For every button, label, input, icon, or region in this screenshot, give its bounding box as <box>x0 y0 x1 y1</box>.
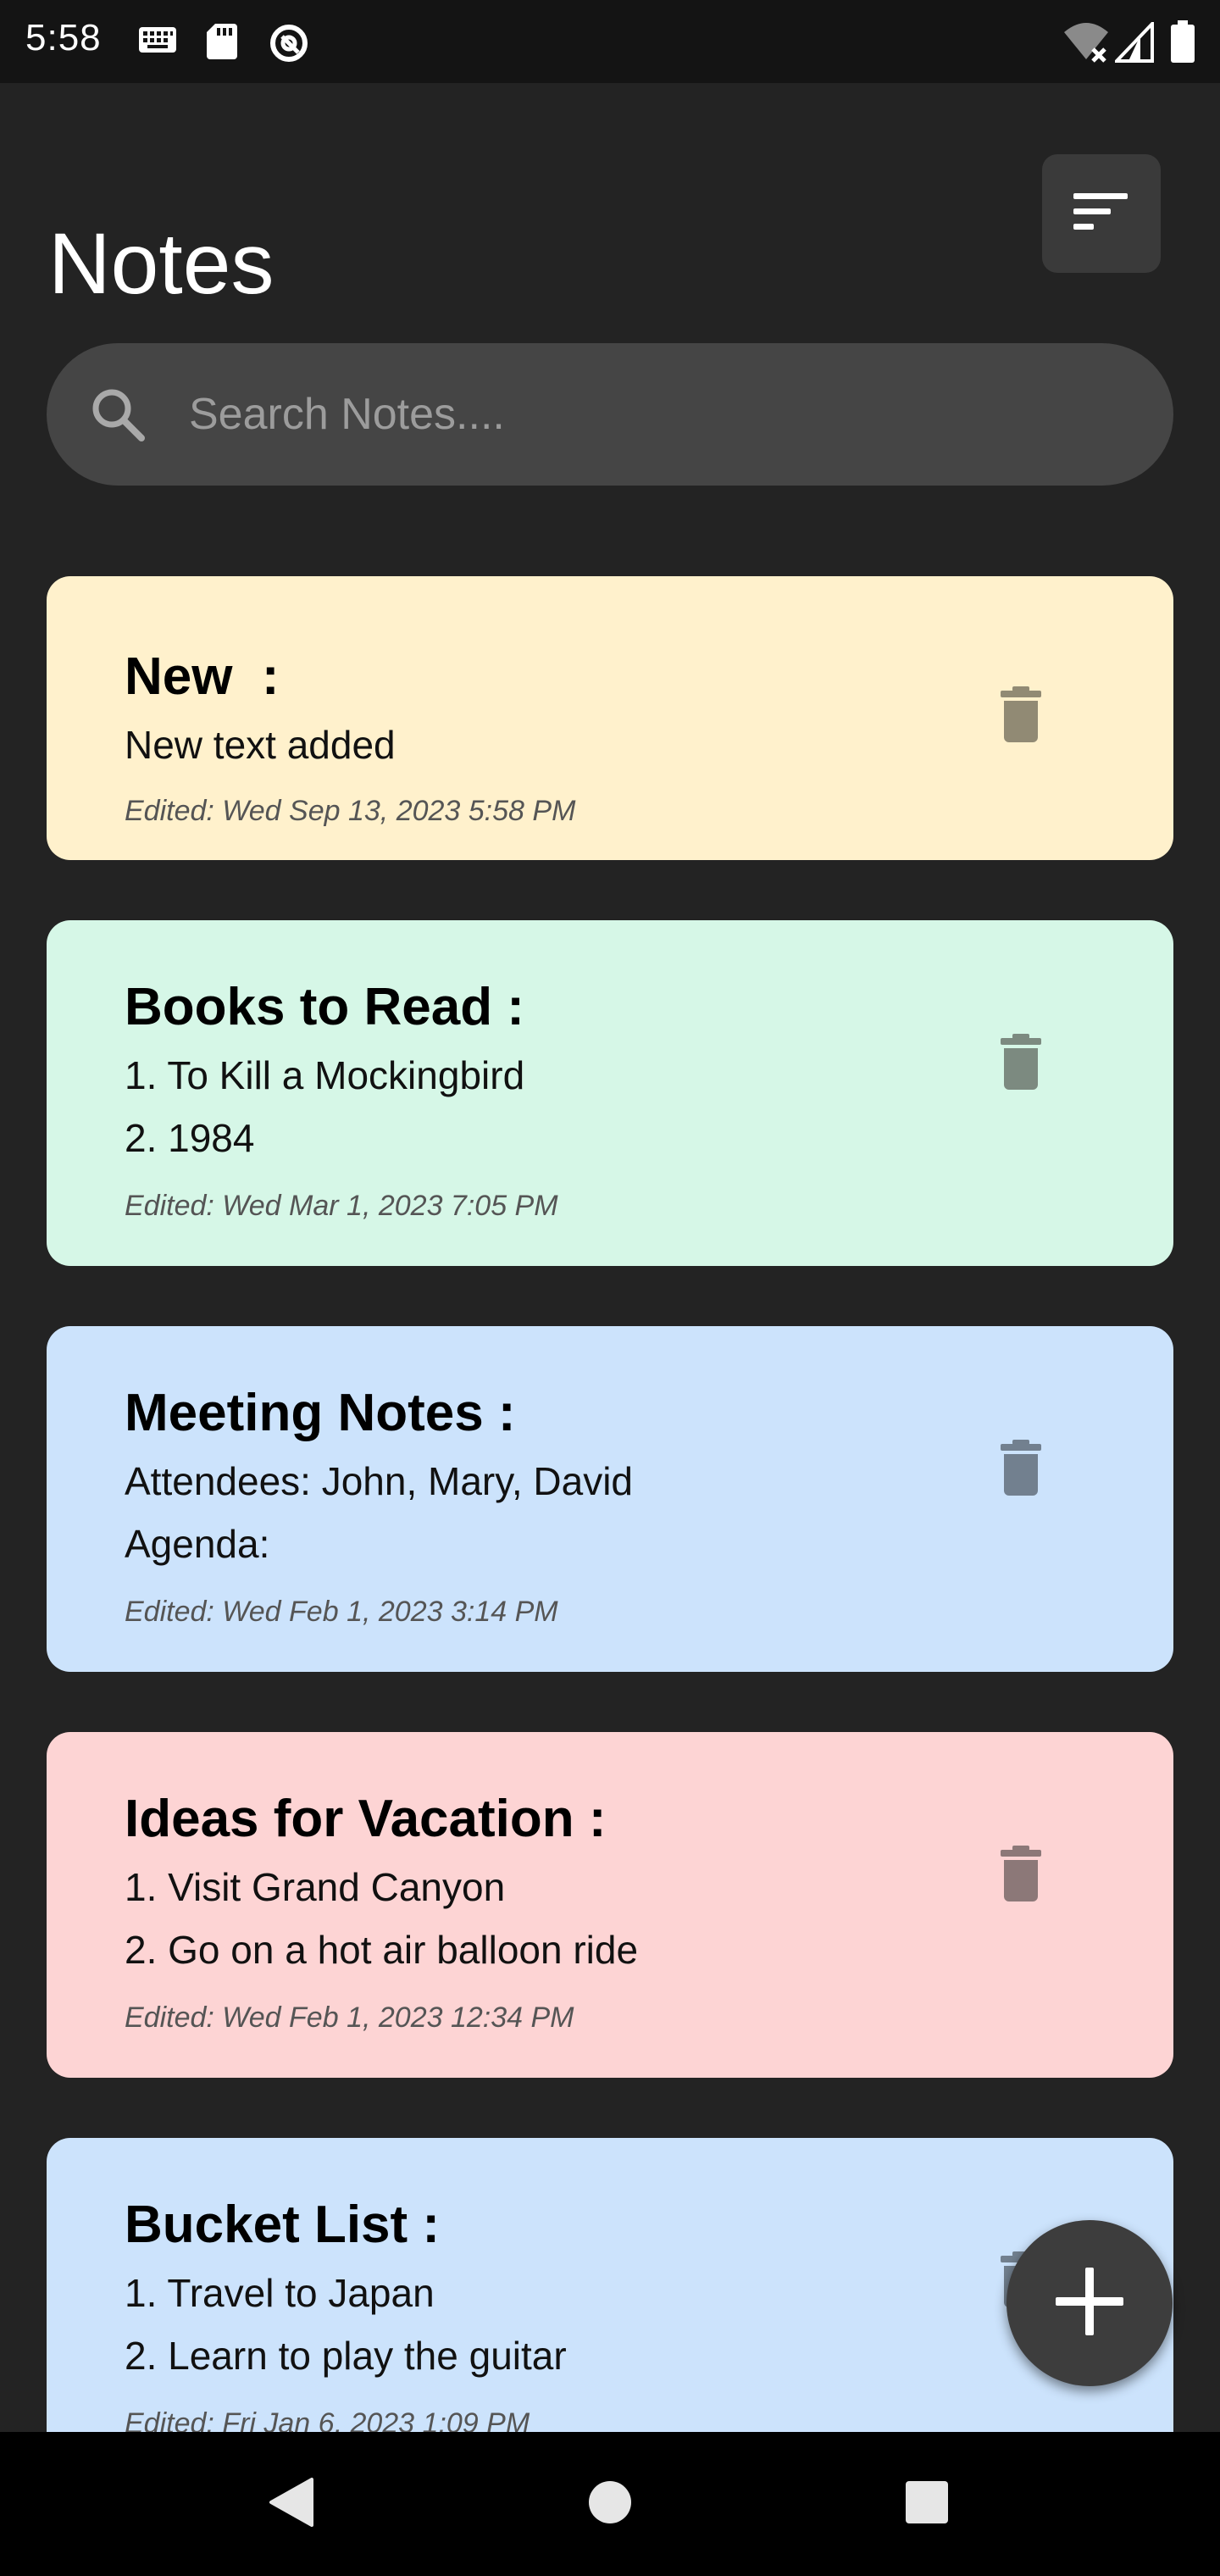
sort-button[interactable] <box>1042 154 1161 273</box>
notes-list[interactable]: New : New text added Edited: Wed Sep 13,… <box>0 525 1220 2432</box>
delete-note-button[interactable] <box>987 1837 1055 1913</box>
trash-icon <box>999 1032 1043 1096</box>
home-button[interactable] <box>551 2432 669 2576</box>
note-edited-timestamp: Edited: Wed Sep 13, 2023 5:58 PM <box>125 795 576 827</box>
notes-screen: 5:58 Notes Search Notes.... New: New te… <box>0 0 1220 2576</box>
wifi-off-icon <box>1062 20 1110 69</box>
note-title: Bucket List : <box>125 2196 441 2254</box>
search-bar[interactable] <box>47 343 1173 486</box>
note-text-line: 1. To Kill a Mockingbird <box>125 1053 525 1097</box>
note-edited-timestamp: Edited: Wed Feb 1, 2023 12:34 PM <box>125 2001 574 2034</box>
trash-icon <box>999 685 1043 748</box>
note-text-line: New text added <box>125 723 396 767</box>
note-text-line: 1. Visit Grand Canyon <box>125 1865 506 1909</box>
note-edited-timestamp: Edited: Fri Jan 6, 2023 1:09 PM <box>125 2407 530 2432</box>
note-card[interactable]: Bucket List : 1. Travel to Japan 2. Lear… <box>47 2138 1173 2432</box>
delete-note-button[interactable] <box>987 678 1055 754</box>
note-edited-timestamp: Edited: Wed Mar 1, 2023 7:05 PM <box>125 1190 558 1222</box>
recents-button[interactable] <box>868 2432 986 2576</box>
recents-icon <box>903 2479 951 2530</box>
note-text-line: 2. 1984 <box>125 1116 255 1160</box>
navigation-bar <box>0 2432 1220 2576</box>
page-title: Notes <box>48 215 274 313</box>
status-time: 5:58 <box>25 17 102 58</box>
back-button[interactable] <box>232 2432 351 2576</box>
note-title: Books to Read : <box>125 978 524 1036</box>
add-note-button[interactable] <box>1006 2220 1173 2386</box>
delete-note-button[interactable] <box>987 1431 1055 1507</box>
plus-icon <box>1054 2266 1125 2341</box>
battery-icon <box>1169 20 1196 69</box>
note-title: Meeting Notes : <box>125 1384 516 1442</box>
trash-icon <box>999 1438 1043 1502</box>
note-title: Ideas for Vacation : <box>125 1790 607 1848</box>
back-icon <box>266 2476 317 2533</box>
note-edited-timestamp: Edited: Wed Feb 1, 2023 3:14 PM <box>125 1596 558 1628</box>
sd-card-icon <box>205 22 239 65</box>
note-title: New : <box>125 647 280 706</box>
home-icon <box>586 2479 634 2530</box>
note-card[interactable]: Ideas for Vacation : 1. Visit Grand Cany… <box>47 1732 1173 2078</box>
search-input[interactable] <box>189 343 1121 486</box>
cellular-signal-icon <box>1112 19 1154 67</box>
trash-icon <box>999 1844 1043 1907</box>
note-card[interactable]: Books to Read : 1. To Kill a Mockingbird… <box>47 920 1173 1266</box>
sort-icon <box>1072 190 1131 238</box>
search-icon <box>89 386 147 443</box>
status-bar: 5:58 <box>0 0 1220 83</box>
note-text-line: Attendees: John, Mary, David <box>125 1459 633 1503</box>
keyboard-icon <box>137 22 178 64</box>
note-card[interactable]: New : New text added Edited: Wed Sep 13,… <box>47 576 1173 860</box>
note-text-line: 1. Travel to Japan <box>125 2271 435 2315</box>
note-card[interactable]: Meeting Notes : Attendees: John, Mary, D… <box>47 1326 1173 1672</box>
note-text-line: 2. Go on a hot air balloon ride <box>125 1928 639 1972</box>
note-text-line: 2. Learn to play the guitar <box>125 2334 567 2378</box>
delete-note-button[interactable] <box>987 1025 1055 1102</box>
note-text-line: Agenda: <box>125 1522 270 1566</box>
at-sign-icon <box>268 22 310 69</box>
